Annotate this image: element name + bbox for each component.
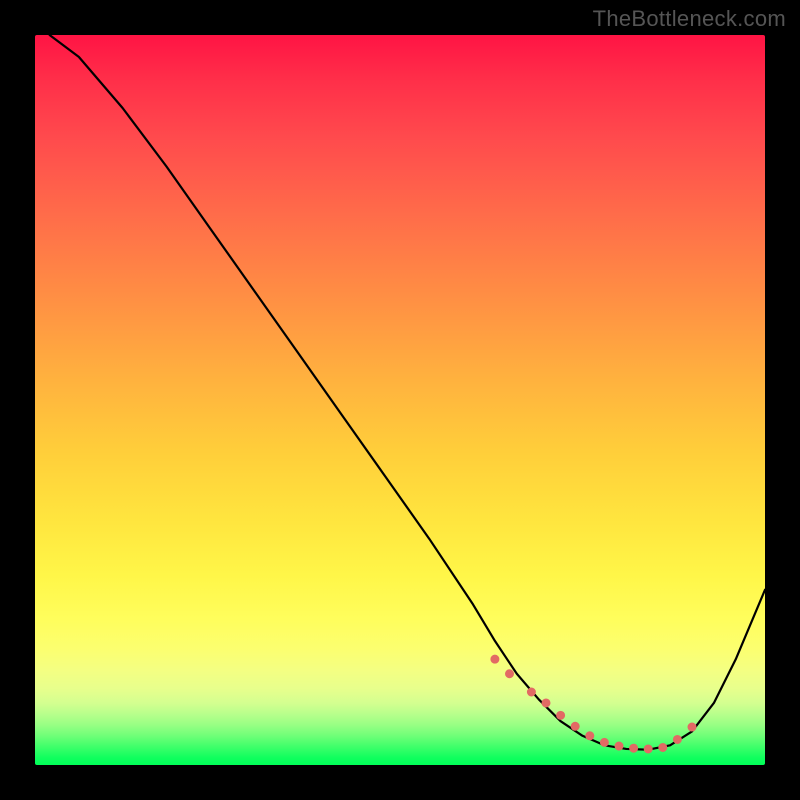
curve-marker-dot — [491, 655, 499, 663]
curve-marker-dot — [571, 722, 579, 730]
curve-marker-dot — [527, 688, 535, 696]
bottleneck-marker-dots — [491, 655, 696, 753]
curve-marker-dot — [673, 735, 681, 743]
curve-marker-dot — [600, 738, 608, 746]
bottleneck-curve — [50, 35, 765, 750]
plot-curve-layer — [35, 35, 765, 765]
curve-marker-dot — [630, 744, 638, 752]
curve-marker-dot — [615, 742, 623, 750]
curve-marker-dot — [506, 670, 514, 678]
watermark-text: TheBottleneck.com — [593, 6, 786, 32]
curve-marker-dot — [542, 699, 550, 707]
curve-marker-dot — [557, 711, 565, 719]
curve-marker-dot — [644, 745, 652, 753]
curve-marker-dot — [688, 723, 696, 731]
curve-marker-dot — [659, 743, 667, 751]
plot-area — [35, 35, 765, 765]
chart-outer: TheBottleneck.com — [0, 0, 800, 800]
curve-marker-dot — [586, 732, 594, 740]
